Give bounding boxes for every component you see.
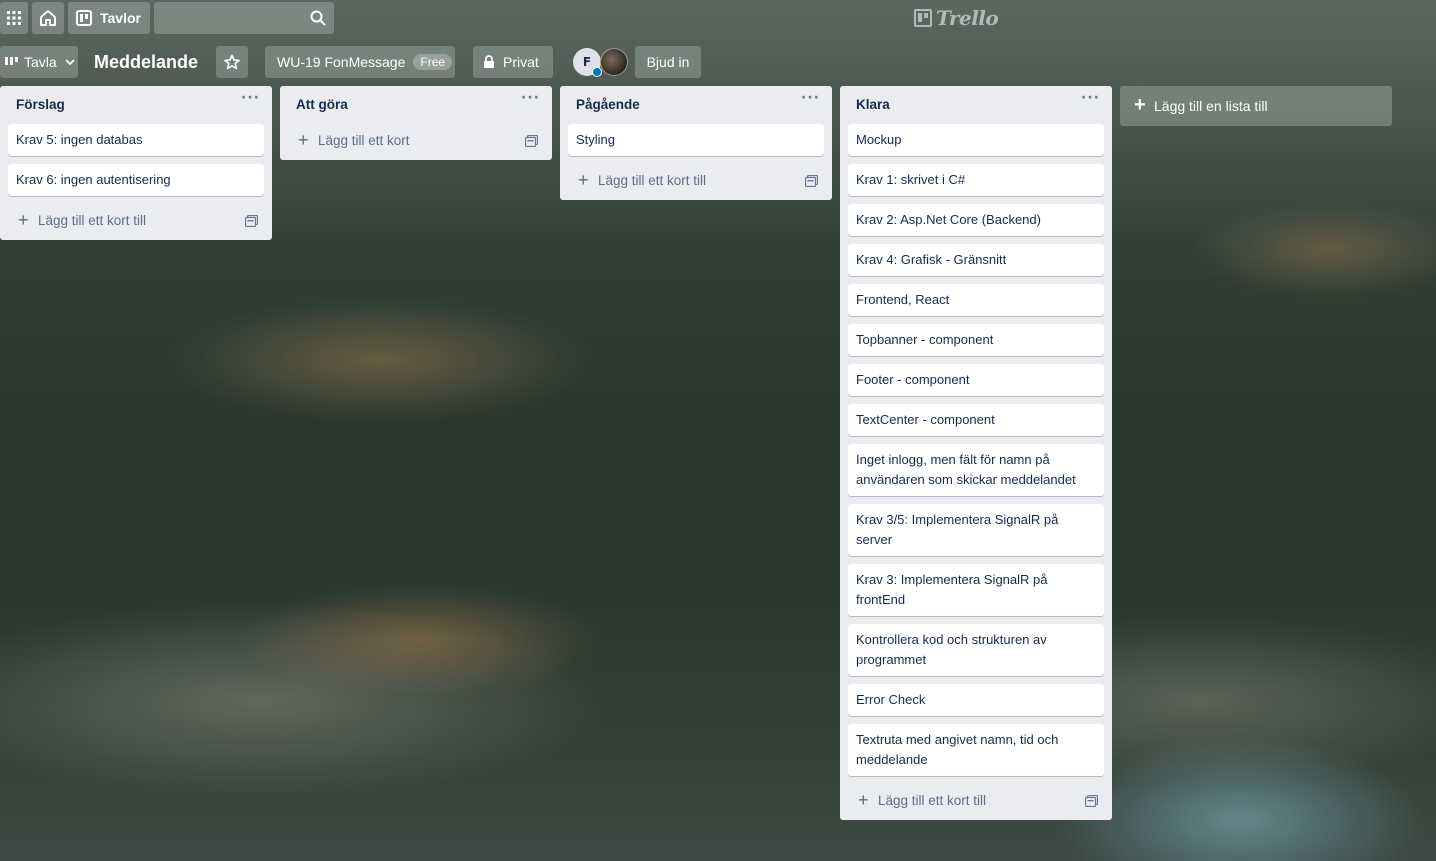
- board-title[interactable]: Meddelande: [94, 46, 198, 78]
- view-switcher-button[interactable]: Tavla: [0, 46, 78, 78]
- list-menu-button[interactable]: ···: [521, 90, 540, 106]
- list-header: Att göra ···: [280, 86, 552, 124]
- chevron-down-icon: [65, 59, 75, 66]
- card[interactable]: Krav 6: ingen autentisering: [8, 164, 264, 196]
- card[interactable]: Frontend, React: [848, 284, 1104, 316]
- star-icon: [224, 54, 240, 70]
- plus-icon: +: [578, 170, 589, 190]
- card[interactable]: Topbanner - component: [848, 324, 1104, 356]
- search-icon: [310, 10, 326, 26]
- card[interactable]: Krav 2: Asp.Net Core (Backend): [848, 204, 1104, 236]
- add-card-button[interactable]: + Lägg till ett kort till: [568, 164, 824, 200]
- card[interactable]: Error Check: [848, 684, 1104, 716]
- team-label: WU-19 FonMessage: [277, 54, 406, 70]
- card[interactable]: Footer - component: [848, 364, 1104, 396]
- add-card-label: Lägg till ett kort till: [878, 793, 987, 808]
- lock-icon: [484, 55, 494, 68]
- view-label: Tavla: [24, 54, 57, 70]
- list-menu-button[interactable]: ···: [241, 90, 260, 106]
- star-button[interactable]: [216, 46, 248, 78]
- card[interactable]: Krav 1: skrivet i C#: [848, 164, 1104, 196]
- card-template-icon[interactable]: [245, 215, 258, 227]
- member-avatar-photo[interactable]: [600, 48, 628, 76]
- search-input[interactable]: [154, 2, 334, 34]
- plus-icon: +: [298, 130, 309, 150]
- card[interactable]: Kontrollera kod och strukturen av progra…: [848, 624, 1104, 676]
- list-title[interactable]: Pågående: [576, 97, 640, 112]
- card[interactable]: Textruta med angivet namn, tid och medde…: [848, 724, 1104, 776]
- card[interactable]: Styling: [568, 124, 824, 156]
- free-badge: Free: [413, 54, 453, 70]
- grid-icon: [7, 11, 21, 25]
- list-title[interactable]: Klara: [856, 97, 890, 112]
- add-card-button[interactable]: + Lägg till ett kort till: [848, 784, 1104, 820]
- team-button[interactable]: WU-19 FonMessage Free: [265, 46, 455, 78]
- card[interactable]: Mockup: [848, 124, 1104, 156]
- card-template-icon[interactable]: [805, 175, 818, 187]
- card[interactable]: Inget inlogg, men fält för namn på använ…: [848, 444, 1104, 496]
- board-header: Tavla Meddelande WU-19 FonMessage Free P…: [0, 46, 1436, 78]
- visibility-label: Privat: [503, 54, 539, 70]
- home-icon: [40, 10, 56, 26]
- card[interactable]: TextCenter - component: [848, 404, 1104, 436]
- invite-button[interactable]: Bjud in: [635, 46, 701, 78]
- list-att-gora: Att göra ··· + Lägg till ett kort: [280, 86, 552, 160]
- card[interactable]: Krav 3/5: Implementera SignalR på server: [848, 504, 1104, 556]
- plus-icon: +: [1134, 94, 1146, 116]
- card-list: Mockup Krav 1: skrivet i C# Krav 2: Asp.…: [840, 124, 1112, 776]
- list-header: Förslag ···: [0, 86, 272, 124]
- add-list-button[interactable]: + Lägg till en lista till: [1120, 86, 1392, 126]
- member-initial: F: [582, 55, 592, 69]
- invite-label: Bjud in: [646, 54, 690, 70]
- card-template-icon[interactable]: [525, 135, 538, 147]
- boards-button[interactable]: Tavlor: [68, 2, 150, 34]
- add-card-label: Lägg till ett kort till: [38, 213, 147, 228]
- list-title[interactable]: Att göra: [296, 97, 348, 112]
- add-card-button[interactable]: + Lägg till ett kort till: [8, 204, 264, 240]
- apps-button[interactable]: [0, 2, 28, 34]
- admin-badge-icon: [592, 67, 602, 77]
- list-header: Pågående ···: [560, 86, 832, 124]
- home-button[interactable]: [32, 2, 64, 34]
- board-icon: [76, 10, 92, 26]
- list-menu-button[interactable]: ···: [801, 90, 820, 106]
- boards-label: Tavlor: [100, 10, 141, 26]
- member-avatar-f[interactable]: F: [573, 48, 602, 77]
- card-template-icon[interactable]: [1085, 795, 1098, 807]
- add-card-label: Lägg till ett kort: [318, 133, 410, 148]
- card[interactable]: Krav 3: Implementera SignalR på frontEnd: [848, 564, 1104, 616]
- list-menu-button[interactable]: ···: [1081, 90, 1100, 106]
- list-title[interactable]: Förslag: [16, 97, 65, 112]
- add-list-label: Lägg till en lista till: [1154, 98, 1268, 114]
- add-card-label: Lägg till ett kort till: [598, 173, 707, 188]
- list-klara: Klara ··· Mockup Krav 1: skrivet i C# Kr…: [840, 86, 1112, 820]
- top-bar: Tavlor Trello: [0, 0, 1436, 36]
- board-view-icon: [5, 57, 18, 65]
- list-header: Klara ···: [840, 86, 1112, 124]
- plus-icon: +: [858, 790, 869, 810]
- trello-logo-icon: [914, 9, 932, 27]
- card-list: Styling: [560, 124, 832, 156]
- card[interactable]: Krav 4: Grafisk - Gränsnitt: [848, 244, 1104, 276]
- card[interactable]: Krav 5: ingen databas: [8, 124, 264, 156]
- card-list: Krav 5: ingen databas Krav 6: ingen aute…: [0, 124, 272, 196]
- trello-logo[interactable]: Trello: [914, 6, 999, 30]
- list-forslag: Förslag ··· Krav 5: ingen databas Krav 6…: [0, 86, 272, 240]
- logo-text: Trello: [936, 6, 999, 30]
- list-pagaende: Pågående ··· Styling + Lägg till ett kor…: [560, 86, 832, 200]
- plus-icon: +: [18, 210, 29, 230]
- visibility-button[interactable]: Privat: [473, 46, 553, 78]
- add-card-button[interactable]: + Lägg till ett kort: [288, 124, 544, 160]
